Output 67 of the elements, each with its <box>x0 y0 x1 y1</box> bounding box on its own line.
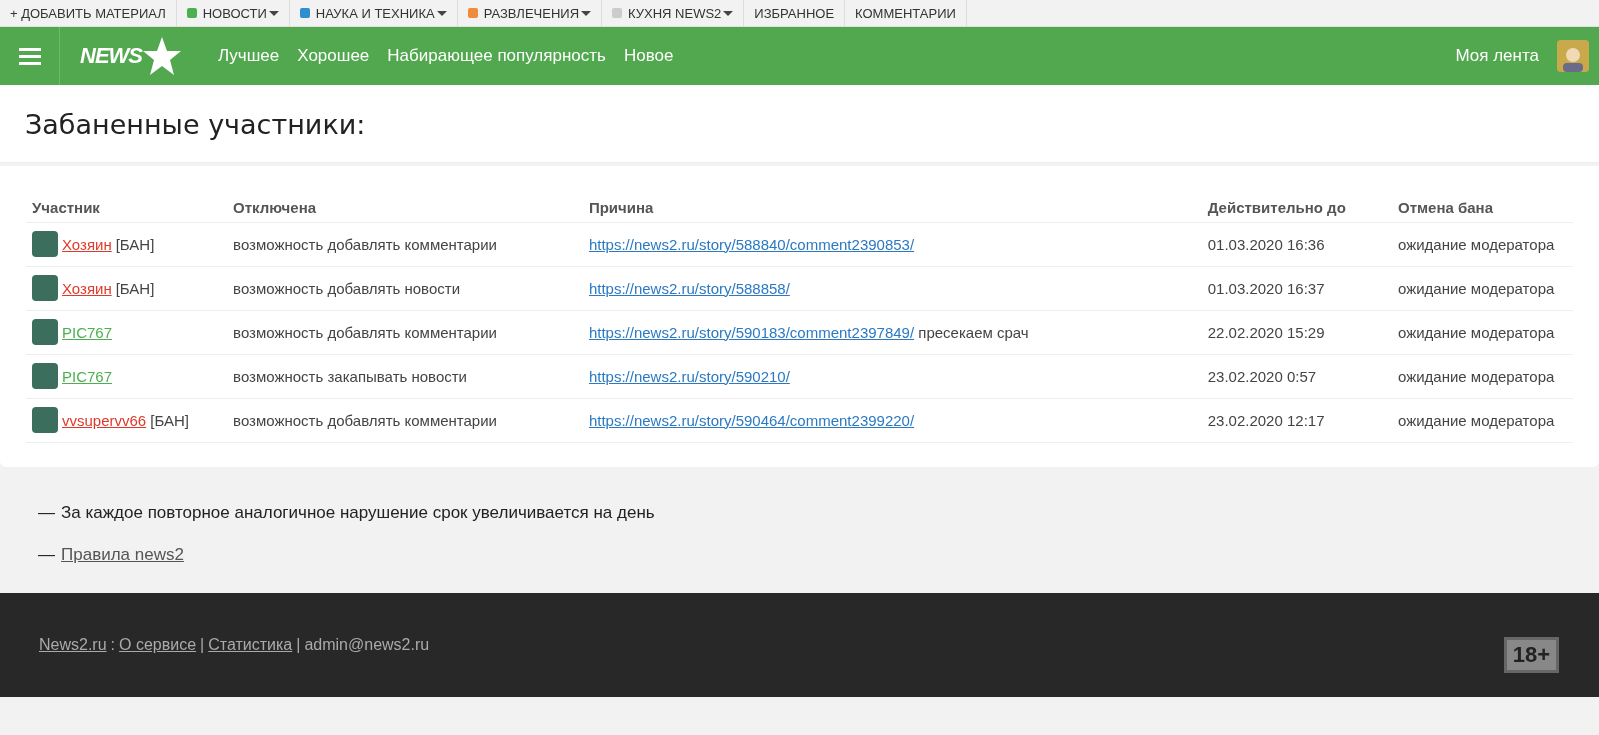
separator: | <box>296 636 301 654</box>
reason-link[interactable]: https://news2.ru/story/588858/ <box>588 279 790 297</box>
username-link[interactable]: vvsupervv66 <box>62 411 147 429</box>
reason-link[interactable]: https://news2.ru/story/590464/comment2399220/ <box>588 411 915 429</box>
nav-link[interactable]: Лучшее <box>218 46 280 66</box>
table-cell: 01.03.2020 16:36 <box>1201 222 1392 267</box>
column-header: Причина <box>582 190 1202 223</box>
table-cell: возможность добавлять комментарии <box>227 310 583 355</box>
my-feed-link[interactable]: Моя лента <box>1455 46 1539 66</box>
reason-link[interactable]: https://news2.ru/story/588840/comment2390853/ <box>588 235 915 253</box>
nav-link[interactable]: Набирающее популярность <box>387 46 606 66</box>
column-header: Участник <box>26 190 228 223</box>
table-cell: ожидание модератора <box>1392 398 1573 443</box>
separator: : <box>110 636 116 654</box>
table-cell: ожидание модератора <box>1392 266 1573 311</box>
ban-tag: [БАН] <box>115 279 155 297</box>
rule-note: За каждое повторное аналогичное нарушение срок увеличивается на день <box>61 503 655 523</box>
user-avatar-icon <box>32 275 58 301</box>
dash-mark: — <box>38 545 55 565</box>
separator: | <box>200 636 205 654</box>
menu-item[interactable]: РАЗВЛЕЧЕНИЯ <box>457 0 603 26</box>
table-cell: ожидание модератора <box>1392 354 1573 399</box>
page-title: Забаненные участники: <box>25 109 367 140</box>
ban-tag: [БАН] <box>150 411 189 429</box>
username-link[interactable]: Хозяин <box>62 235 112 253</box>
menu-item[interactable]: ИЗБРАННОЕ <box>744 0 846 26</box>
email-text: admin@news2.ru <box>304 636 430 654</box>
username-link[interactable]: Хозяин <box>62 279 112 297</box>
table-cell: 23.02.2020 12:17 <box>1201 398 1392 443</box>
dash-mark: — <box>38 503 55 523</box>
user-avatar-icon <box>32 363 58 389</box>
reason-note: пресекаем срач <box>918 323 1029 341</box>
stats-link[interactable]: Статистика <box>208 636 293 654</box>
table-cell: 23.02.2020 0:57 <box>1201 354 1392 399</box>
column-header: Отмена бана <box>1392 190 1573 223</box>
site-logo[interactable]: NEWS <box>80 43 142 69</box>
age-rating-badge: 18+ <box>1503 637 1559 673</box>
rules-link[interactable]: Правила news2 <box>61 545 184 565</box>
table-cell: ожидание модератора <box>1392 310 1573 355</box>
table-cell: возможность добавлять комментарии <box>227 222 583 267</box>
menu-item[interactable]: НАУКА И ТЕХНИКА <box>289 0 458 26</box>
table-cell: возможность добавлять новости <box>227 266 583 311</box>
table-cell: 22.02.2020 15:29 <box>1201 310 1392 355</box>
user-avatar-icon <box>32 231 58 257</box>
table-cell: 01.03.2020 16:37 <box>1201 266 1392 311</box>
table-cell: возможность добавлять комментарии <box>227 398 583 443</box>
username-link[interactable]: PIC767 <box>62 367 113 385</box>
user-avatar-icon <box>32 407 58 433</box>
avatar-icon[interactable] <box>1557 40 1589 72</box>
table-cell: возможность закапывать новости <box>227 354 583 399</box>
menu-item[interactable]: КОММЕНТАРИИ <box>845 0 967 26</box>
nav-link[interactable]: Хорошее <box>297 46 370 66</box>
column-header: Отключена <box>227 190 583 223</box>
site-link[interactable]: News2.ru <box>39 636 107 654</box>
reason-link[interactable]: https://news2.ru/story/590210/ <box>588 367 790 385</box>
username-link[interactable]: PIC767 <box>62 323 113 341</box>
nav-link[interactable]: Новое <box>623 46 674 66</box>
star-logo-icon <box>142 36 182 76</box>
table-cell: ожидание модератора <box>1392 222 1573 267</box>
menu-item[interactable]: КУХНЯ NEWS2 <box>602 0 745 26</box>
reason-link[interactable]: https://news2.ru/story/590183/comment2397849/ <box>588 323 915 341</box>
user-avatar-icon <box>32 319 58 345</box>
ban-tag: [БАН] <box>115 235 155 253</box>
menu-item[interactable]: НОВОСТИ <box>176 0 290 26</box>
column-header: Действительно до <box>1201 190 1392 223</box>
about-link[interactable]: О сервисе <box>119 636 197 654</box>
menu-item[interactable]: + ДОБАВИТЬ МАТЕРИАЛ <box>0 0 177 26</box>
